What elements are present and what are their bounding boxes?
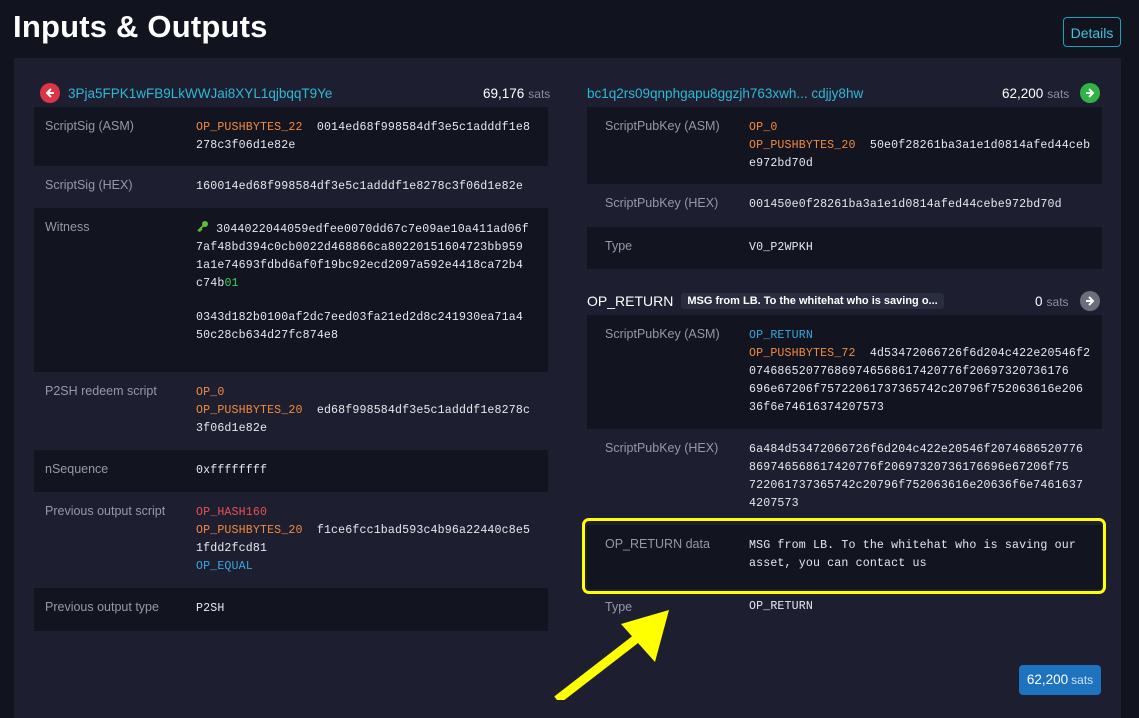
output-1-pubkey-asm-label: ScriptPubKey (ASM) (605, 119, 720, 133)
nsequence-value: 0xffffffff (196, 464, 268, 477)
output-1-pubkey-asm-value: OP_0 OP_PUSHBYTES_20 50e0f28261ba3a1e1d0… (749, 119, 1090, 173)
scriptsig-hex-label: ScriptSig (HEX) (45, 178, 133, 192)
input-amount-value: 69,176 (483, 85, 525, 101)
opcode: OP_PUSHBYTES_72 (749, 347, 856, 360)
script-data: 722061737365742c20796f752063616e20636f6e… (749, 479, 1084, 492)
input-address-link[interactable]: 3Pja5FPK1wFB9LkWWJai8XYL1qjbqqT9Ye (68, 86, 332, 101)
output-2-amount: 0 sats (1035, 288, 1100, 314)
script-data: 869746568617420776f20697320736176696e672… (749, 461, 1069, 474)
opcode: OP_PUSHBYTES_22 (196, 121, 303, 134)
arrow-right-icon[interactable] (1080, 83, 1101, 103)
input-header: 3Pja5FPK1wFB9LkWWJai8XYL1qjbqqT9Ye (40, 80, 332, 106)
output-2-pubkey-hex-label: ScriptPubKey (HEX) (605, 441, 719, 455)
witness-data: 7af48bd394c0cb0022d468866ca8022015160472… (196, 241, 523, 254)
details-button[interactable]: Details (1063, 17, 1121, 47)
prev-output-type-label: Previous output type (45, 600, 159, 614)
opcode: OP_RETURN (749, 329, 813, 342)
sighash-flag: 01 (224, 277, 239, 290)
witness-data: 0343d182b0100af2dc7eed03fa21ed2d8c241930… (196, 311, 523, 324)
annotation-arrow (554, 610, 669, 700)
script-data: 36f6e74616374207573 (749, 401, 885, 414)
opcode: OP_EQUAL (196, 560, 253, 573)
output-2-pubkey-hex-value: 6a484d53472066726f6d204c422e20546f207468… (749, 441, 1083, 513)
opcode: OP_0 (196, 386, 225, 399)
script-data: 4207573 (749, 497, 799, 510)
script-data: 4d53472066726f6d204c422e20546f2 (869, 347, 1091, 360)
output-2-header: OP_RETURN MSG from LB. To the whitehat w… (587, 288, 944, 314)
opcode: OP_PUSHBYTES_20 (196, 404, 303, 417)
output-1-pubkey-asm-row: ScriptPubKey (ASM) OP_0 OP_PUSHBYTES_20 … (587, 107, 1102, 184)
p2sh-redeem-row: P2SH redeem script OP_0 OP_PUSHBYTES_20 … (34, 372, 548, 450)
witness-value: 3044022044059edfee0070dd67c7e09ae10a411a… (196, 220, 529, 345)
nsequence-label: nSequence (45, 462, 109, 476)
output-2-pubkey-asm-row: ScriptPubKey (ASM) OP_RETURN OP_PUSHBYTE… (587, 315, 1102, 429)
opcode: OP_0 (749, 121, 778, 134)
output-1-type-value: V0_P2WPKH (749, 241, 813, 254)
output-2-label: OP_RETURN (587, 293, 674, 309)
input-amount: 69,176 sats (483, 80, 550, 106)
witness-label: Witness (45, 220, 90, 234)
output-1-amount-unit: sats (1047, 86, 1070, 101)
script-data: 278c3f06d1e82e (196, 139, 296, 152)
script-data: e972bd70d (749, 157, 813, 170)
prev-output-script-label: Previous output script (45, 504, 166, 518)
script-data: 3f06d1e82e (196, 422, 268, 435)
script-data: 50e0f28261ba3a1e1d0814afed44ceb (869, 139, 1091, 152)
p2sh-redeem-label: P2SH redeem script (45, 384, 157, 398)
scriptsig-hex-value: 160014ed68f998584df3e5c1adddf1e8278c3f06… (196, 180, 523, 193)
output-1-pubkey-hex-label: ScriptPubKey (HEX) (605, 196, 719, 210)
page-title: Inputs & Outputs (13, 9, 268, 44)
witness-data: c74b (196, 277, 225, 290)
script-data: 1fdd2fcd81 (196, 542, 268, 555)
p2sh-redeem-value: OP_0 OP_PUSHBYTES_20 ed68f998584df3e5c1a… (196, 384, 530, 438)
prev-output-type-value: P2SH (196, 602, 225, 615)
scriptsig-asm-row: ScriptSig (ASM) OP_PUSHBYTES_22 0014ed68… (34, 107, 548, 166)
input-amount-unit: sats (528, 86, 551, 101)
output-1-header: bc1q2rs09qnphgapu8ggzjh763xwh... cdjjy8h… (587, 80, 863, 106)
total-amount-value: 62,200 (1026, 672, 1069, 687)
output-1-type-row: Type V0_P2WPKH (587, 227, 1102, 269)
output-2-type-value: OP_RETURN (749, 600, 813, 613)
key-icon (196, 221, 216, 236)
output-1-pubkey-hex-value: 001450e0f28261ba3a1e1d0814afed44cebe972b… (749, 198, 1062, 211)
arrow-right-icon[interactable] (1079, 291, 1100, 311)
output-2-pubkey-hex-row: ScriptPubKey (HEX) 6a484d53472066726f6d2… (587, 429, 1102, 525)
witness-data: 1a1e74693fdbd6af0f19bc92ecd2097a592e4418… (196, 259, 523, 272)
witness-data: 3044022044059edfee0070dd67c7e09ae10a411a… (216, 223, 529, 236)
opcode: OP_PUSHBYTES_20 (196, 524, 303, 537)
prev-output-script-row: Previous output script OP_HASH160 OP_PUS… (34, 492, 548, 588)
script-data: 0014ed68f998584df3e5c1adddf1e8 (316, 121, 531, 134)
scriptsig-asm-label: ScriptSig (ASM) (45, 119, 134, 133)
output-2-amount-value: 0 (1035, 293, 1043, 309)
prev-output-script-value: OP_HASH160 OP_PUSHBYTES_20 f1ce6fcc1bad5… (196, 504, 530, 576)
total-amount-badge: 62,200 sats (1019, 665, 1101, 695)
opreturn-message-badge: MSG from LB. To the whitehat who is savi… (681, 293, 944, 309)
witness-data: 50c28cb634d27fc874e8 (196, 329, 339, 342)
scriptsig-asm-value: OP_PUSHBYTES_22 0014ed68f998584df3e5c1ad… (196, 119, 530, 155)
script-data: f1ce6fcc1bad593c4b96a22440c8e5 (316, 524, 531, 537)
output-1-amount-value: 62,200 (1002, 85, 1044, 101)
output-1-amount: 62,200 sats (1002, 80, 1101, 106)
output-1-pubkey-hex-row: ScriptPubKey (HEX) 001450e0f28261ba3a1e1… (587, 184, 1102, 227)
nsequence-row: nSequence 0xffffffff (34, 450, 548, 492)
script-data: 696e67206f75722061737365742c20796f752063… (749, 383, 1084, 396)
script-data: 6a484d53472066726f6d204c422e20546f207468… (749, 443, 1084, 456)
script-data: 074686520776869746568617420776f206973207… (749, 365, 1069, 378)
opcode: OP_PUSHBYTES_20 (749, 139, 856, 152)
output-1-type-label: Type (605, 239, 633, 253)
output-1-address-link[interactable]: bc1q2rs09qnphgapu8ggzjh763xwh... cdjjy8h… (587, 86, 863, 101)
scriptsig-hex-row: ScriptSig (HEX) 160014ed68f998584df3e5c1… (34, 166, 548, 208)
output-2-pubkey-asm-value: OP_RETURN OP_PUSHBYTES_72 4d53472066726f… (749, 327, 1090, 417)
opcode: OP_HASH160 (196, 506, 268, 519)
output-2-pubkey-asm-label: ScriptPubKey (ASM) (605, 327, 720, 341)
witness-row: Witness 3044022044059edfee0070dd67c7e09a… (34, 208, 548, 372)
script-data: ed68f998584df3e5c1adddf1e8278c (316, 404, 531, 417)
arrow-left-icon[interactable] (40, 83, 60, 103)
output-2-amount-unit: sats (1046, 294, 1069, 309)
prev-output-type-row: Previous output type P2SH (34, 588, 548, 631)
total-amount-unit: sats (1071, 673, 1094, 687)
highlight-box (582, 518, 1106, 594)
